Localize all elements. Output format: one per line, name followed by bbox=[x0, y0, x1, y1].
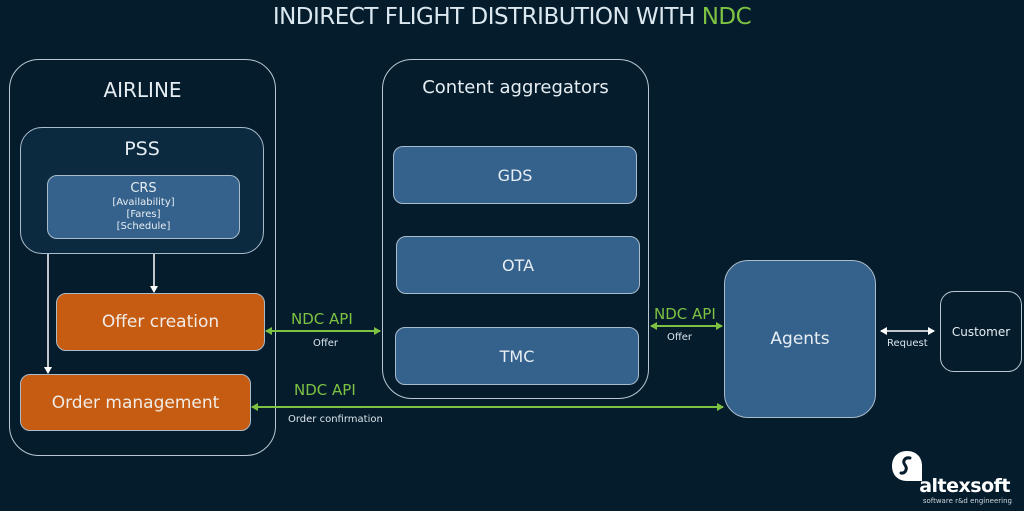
offer-api-right-label: NDC API bbox=[654, 305, 716, 323]
order-confirmation-sublabel: Order confirmation bbox=[288, 414, 383, 425]
logo-tagline: software r&d engineering bbox=[922, 497, 1012, 505]
request-sublabel: Request bbox=[887, 338, 928, 349]
offer-right-sublabel: Offer bbox=[667, 332, 693, 343]
altexsoft-logo: altexsoft software r&d engineering bbox=[890, 449, 1020, 509]
diagram-canvas: INDIRECT FLIGHT DISTRIBUTION WITH NDC AI… bbox=[0, 0, 1024, 511]
logo-wordmark: altexsoft bbox=[919, 475, 1010, 497]
order-api-label: NDC API bbox=[294, 381, 356, 399]
connector-layer bbox=[44, 254, 935, 411]
offer-left-sublabel: Offer bbox=[313, 338, 339, 349]
offer-api-left-label: NDC API bbox=[291, 310, 353, 328]
